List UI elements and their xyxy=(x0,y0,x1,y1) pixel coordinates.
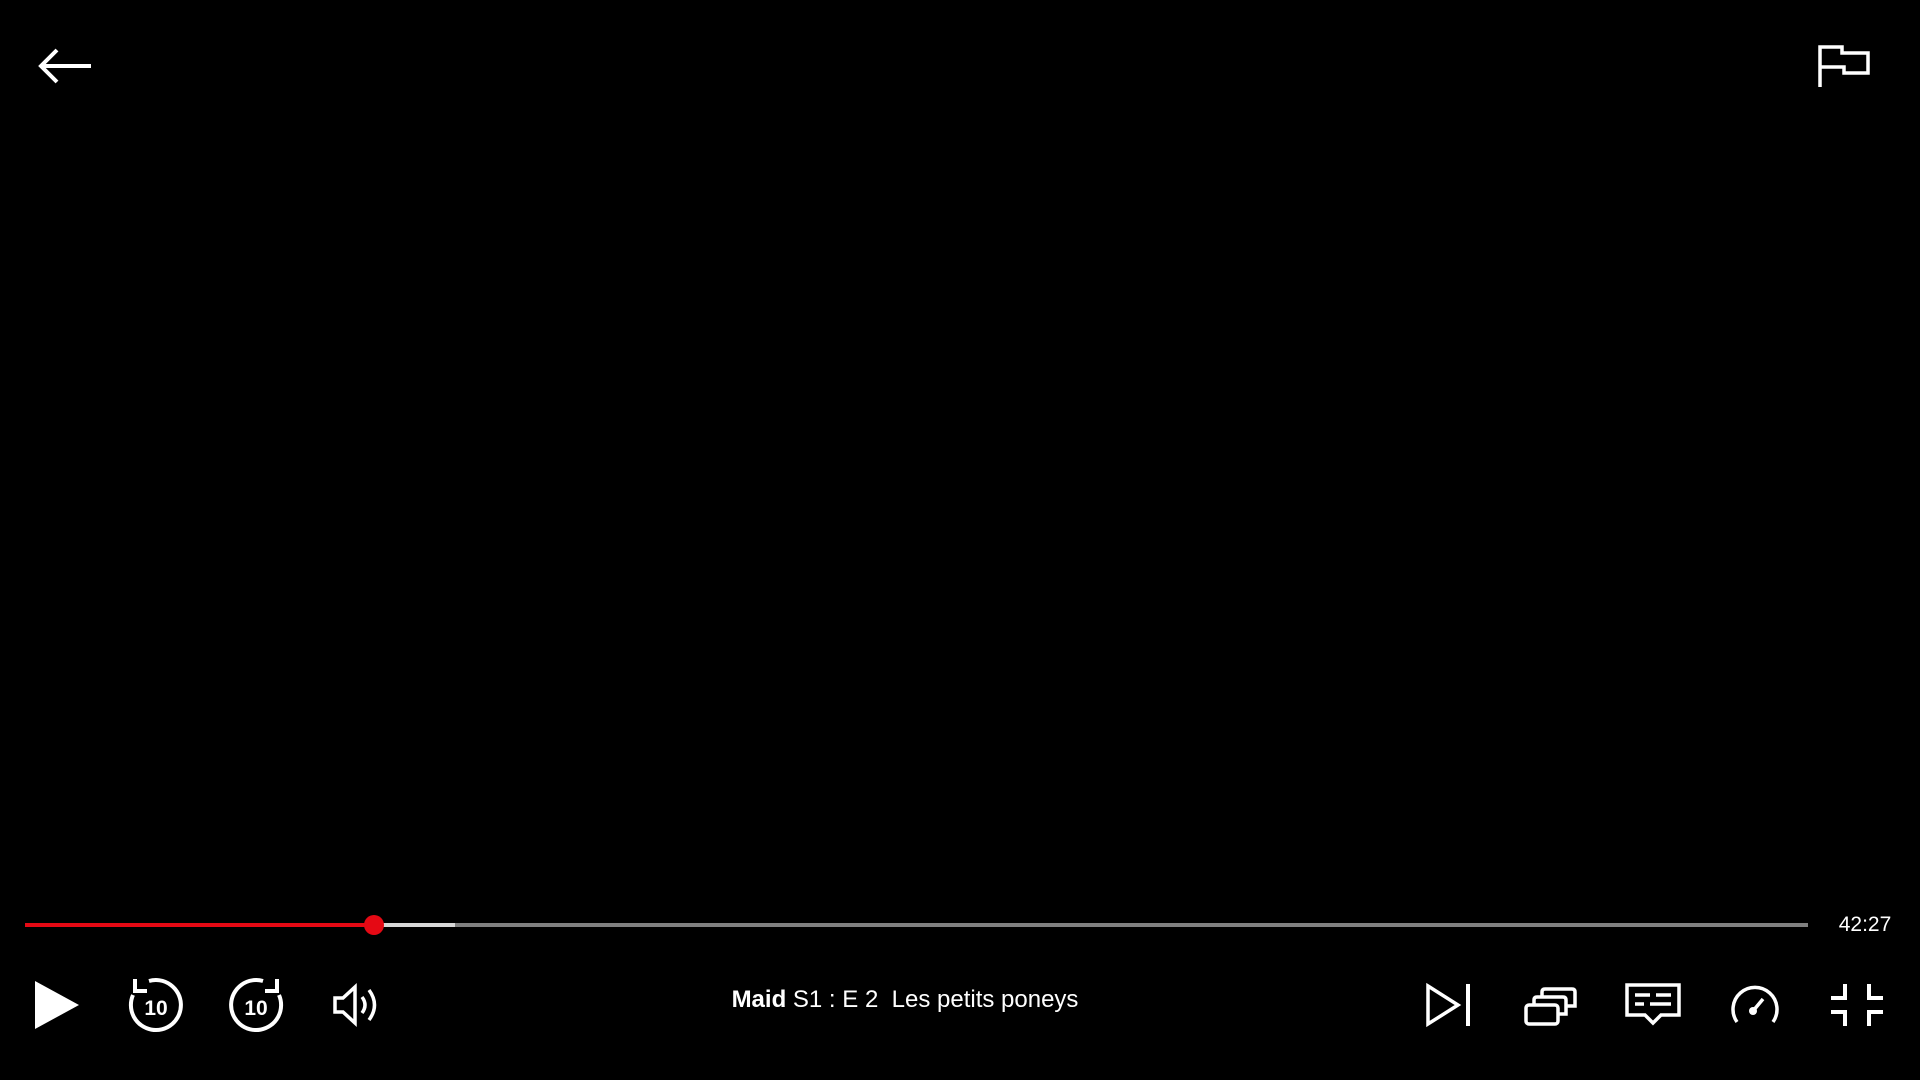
episode-number: S1 : E 2 xyxy=(792,986,879,1013)
episode-title-bar: Maid S1 : E 2 Les petits poneys xyxy=(590,984,1220,1016)
show-title: Maid xyxy=(731,986,787,1013)
volume-icon xyxy=(333,983,377,1027)
rewind-10-icon: 10 xyxy=(128,978,183,1033)
episodes-button[interactable] xyxy=(1516,970,1586,1040)
flag-icon xyxy=(1818,45,1870,87)
subtitles-icon xyxy=(1625,983,1681,1026)
arrow-left-icon xyxy=(38,48,91,84)
forward-10-button[interactable]: 10 xyxy=(222,970,292,1040)
exit-fullscreen-icon xyxy=(1831,984,1883,1026)
time-remaining: 42:27 xyxy=(1838,913,1892,936)
forward-10-label: 10 xyxy=(244,997,267,1020)
report-problem-button[interactable] xyxy=(1808,36,1880,96)
progress-played xyxy=(25,923,375,927)
next-episode-icon xyxy=(1426,982,1470,1028)
play-icon xyxy=(35,981,79,1029)
playback-speed-button[interactable] xyxy=(1720,970,1790,1040)
speedometer-icon xyxy=(1731,985,1779,1024)
subtitles-button[interactable] xyxy=(1618,970,1688,1040)
progress-scrubber[interactable] xyxy=(364,915,385,935)
forward-10-icon: 10 xyxy=(229,978,284,1033)
exit-fullscreen-button[interactable] xyxy=(1822,970,1892,1040)
back-button[interactable] xyxy=(30,36,100,96)
progress-bar[interactable] xyxy=(25,915,1808,935)
back-10-button[interactable]: 10 xyxy=(120,970,190,1040)
episodes-icon xyxy=(1524,987,1577,1026)
volume-button[interactable] xyxy=(322,970,392,1040)
rewind-10-label: 10 xyxy=(144,997,167,1020)
video-player[interactable]: 42:27 10 10 Maid S1 : E 2 Les petits pon… xyxy=(0,0,1920,1080)
play-button[interactable] xyxy=(22,970,92,1040)
episode-title: Les petits poneys xyxy=(891,986,1079,1013)
next-episode-button[interactable] xyxy=(1414,970,1484,1040)
